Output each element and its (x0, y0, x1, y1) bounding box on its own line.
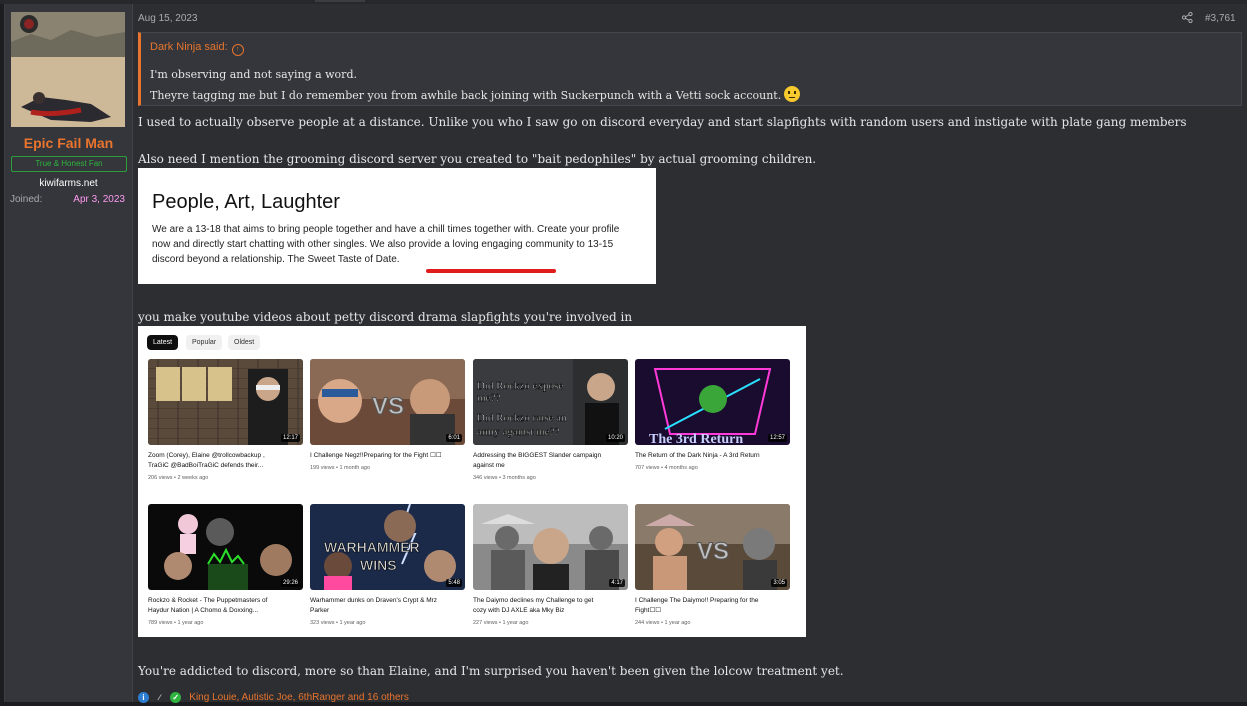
video-meta: 346 views • 3 months ago (473, 475, 536, 481)
video-duration: 10:20 (605, 434, 625, 442)
quote-text-line-2: Theyre tagging me but I do remember you … (150, 86, 801, 102)
video-duration: 12:57 (767, 434, 787, 442)
top-bar-indicator (315, 0, 365, 2)
tab-latest[interactable]: Latest (147, 335, 179, 350)
video-thumbnail[interactable]: 12:17 (148, 359, 303, 445)
joined-date: Apr 3, 2023 (73, 194, 125, 205)
post-paragraph-2: Also need I mention the grooming discord… (138, 152, 817, 166)
video-title-line-2: Parker (310, 607, 330, 614)
svg-text:VS: VS (372, 393, 404, 420)
video-thumbnail[interactable]: 4:17 (473, 504, 628, 590)
svg-text:Did Rockzo raise an: Did Rockzo raise an (477, 412, 567, 424)
video-duration: 4:17 (609, 579, 625, 587)
embedded-screenshot-discord-server[interactable]: People, Art, Laughter We are a 13-18 tha… (138, 168, 656, 284)
reactions-list-link[interactable]: King Louie, Autistic Joe, 6thRanger and … (189, 692, 409, 703)
video-duration: 29:26 (280, 579, 300, 587)
svg-text:The 3rd Return: The 3rd Return (649, 432, 743, 445)
video-duration: 12:17 (280, 434, 300, 442)
video-title[interactable]: I Challenge Negz!!Preparing for the Figh… (310, 451, 465, 461)
info-reaction-icon: i (138, 692, 149, 703)
forum-post: Epic Fail Man True & Honest Fan kiwifarm… (4, 4, 1247, 703)
svg-text:WARHAMMER: WARHAMMER (324, 539, 420, 555)
svg-text:army against me??: army against me?? (477, 426, 560, 438)
video-duration: 6:01 (446, 434, 462, 442)
quote-block: Dark Ninja said: ↑ I'm observing and not … (138, 32, 1242, 106)
video-thumbnail[interactable]: VS 6:01 (310, 359, 465, 445)
card-body-line-3: discord beyond a relationship. The Sweet… (152, 252, 652, 267)
video-title[interactable]: The Return of the Dark Ninja - A 3rd Ret… (635, 451, 790, 461)
video-title-line-1: I Challenge Negz!!Preparing for the Figh… (310, 452, 442, 459)
video-title-line-2: Fight☐☐ (635, 607, 662, 614)
post-number-link[interactable]: #3,761 (1205, 13, 1236, 24)
video-title-line-1: I Challenge The Daiymo!! Preparing for t… (635, 597, 759, 604)
video-title-line-1: Addressing the BIGGEST Slander campaign (473, 452, 602, 459)
video-title[interactable]: Addressing the BIGGEST Slander campaign a… (473, 451, 628, 471)
reactions-bar[interactable]: i ∕ ✓ King Louie, Autistic Joe, 6thRange… (138, 687, 409, 703)
video-title[interactable]: Rockzo & Rocket - The Puppetmasters of Ha… (148, 596, 303, 616)
video-thumbnail[interactable]: Did Rockzo expose me?? Did Rockzo raise an… (473, 359, 628, 445)
post-paragraph-3: you make youtube videos about petty disc… (138, 310, 633, 324)
post-paragraph-1: I used to actually observe people at a d… (138, 115, 1187, 129)
video-title-line-1: Rockzo & Rocket - The Puppetmasters of (148, 597, 268, 604)
svg-text:Did Rockzo expose: Did Rockzo expose (477, 380, 563, 392)
video-duration: 5:48 (446, 579, 462, 587)
tab-oldest[interactable]: Oldest (228, 335, 261, 350)
quote-arrow-icon[interactable]: ↑ (231, 44, 244, 56)
video-thumbnail[interactable]: VS 3:05 (635, 504, 790, 590)
neutral-face-emoji (784, 86, 801, 102)
video-title-line-1: Warhammer dunks on Draven's Crypt & Mrz (310, 597, 438, 604)
user-title-badge: True & Honest Fan (11, 156, 127, 172)
user-sidebar: Epic Fail Man True & Honest Fan kiwifarm… (5, 4, 133, 702)
video-meta: 789 views • 1 year ago (148, 620, 204, 626)
video-title[interactable]: I Challenge The Daiymo!! Preparing for t… (635, 596, 790, 616)
video-title-line-2: TraGiC @BadBoiTraGiC defends their... (148, 462, 264, 469)
tab-popular[interactable]: Popular (186, 335, 223, 350)
avatar[interactable] (11, 12, 125, 127)
username[interactable]: Epic Fail Man (5, 135, 132, 151)
video-title[interactable]: Warhammer dunks on Draven's Crypt & Mrz P… (310, 596, 465, 616)
avatar-image (11, 12, 125, 127)
video-thumbnail[interactable]: The 3rd Return 12:57 (635, 359, 790, 445)
quote-text-line-2-text: Theyre tagging me but I do remember you … (150, 89, 782, 102)
joined-label: Joined: (10, 194, 43, 205)
video-meta: 323 views • 1 year ago (310, 620, 366, 626)
video-title[interactable]: Zoom (Corey), Elaine @trollcowbackup , Tr… (148, 451, 303, 471)
video-title[interactable]: The Daiymo declines my Challenge to get c… (473, 596, 628, 616)
quote-author-link[interactable]: Dark Ninja said: ↑ (150, 41, 244, 56)
card-body-line-1: We are a 13-18 that aims to bring people… (152, 224, 620, 235)
card-title: People, Art, Laughter (152, 191, 340, 213)
video-meta: 244 views • 1 year ago (635, 620, 691, 626)
video-title-line-2: cozy with DJ AXLE aka Mky Biz (473, 607, 565, 614)
video-meta: 707 views • 4 months ago (635, 465, 698, 471)
post-date[interactable]: Aug 15, 2023 (138, 13, 198, 24)
video-thumbnail[interactable]: 29:26 (148, 504, 303, 590)
video-meta: 199 views • 1 month ago (310, 465, 371, 471)
video-title-line-2: against me (473, 462, 505, 469)
red-underline-mark (426, 269, 556, 273)
check-reaction-icon: ✓ (170, 692, 182, 703)
video-title-line-1: Zoom (Corey), Elaine @trollcowbackup , (148, 452, 265, 459)
video-thumbnail[interactable]: WARHAMMER WINS 5:48 (310, 504, 465, 590)
embedded-screenshot-youtube-channel[interactable]: Latest Popular Oldest 12:17 Zoom (Corey)… (138, 326, 806, 637)
svg-text:me??: me?? (477, 392, 500, 404)
video-duration: 3:05 (771, 579, 787, 587)
video-meta: 227 views • 1 year ago (473, 620, 529, 626)
wand-reaction-icon: ∕ (158, 693, 161, 702)
svg-text:WINS: WINS (360, 557, 397, 573)
video-title-line-1: The Daiymo declines my Challenge to get (473, 597, 594, 604)
share-icon[interactable] (1181, 11, 1193, 26)
user-site: kiwifarms.net (39, 178, 98, 189)
quote-text-line-1: I'm observing and not saying a word. (150, 68, 357, 81)
card-body: We are a 13-18 that aims to bring people… (152, 222, 652, 267)
video-title-line-2: Haydur Nation | A Chomo & Doxxing... (148, 607, 259, 614)
card-body-highlight: The Sweet Taste of Date. (287, 254, 400, 265)
video-title-line-1: The Return of the Dark Ninja - A 3rd Ret… (635, 452, 760, 459)
svg-text:VS: VS (697, 538, 729, 565)
quote-author: Dark Ninja said: (150, 41, 228, 53)
card-body-line-3-prefix: discord beyond a relationship. (152, 254, 288, 265)
card-body-line-2: now and directly start chatting with oth… (152, 239, 614, 250)
video-meta: 206 views • 2 weeks ago (148, 475, 209, 481)
post-paragraph-4: You're addicted to discord, more so than… (138, 664, 844, 678)
